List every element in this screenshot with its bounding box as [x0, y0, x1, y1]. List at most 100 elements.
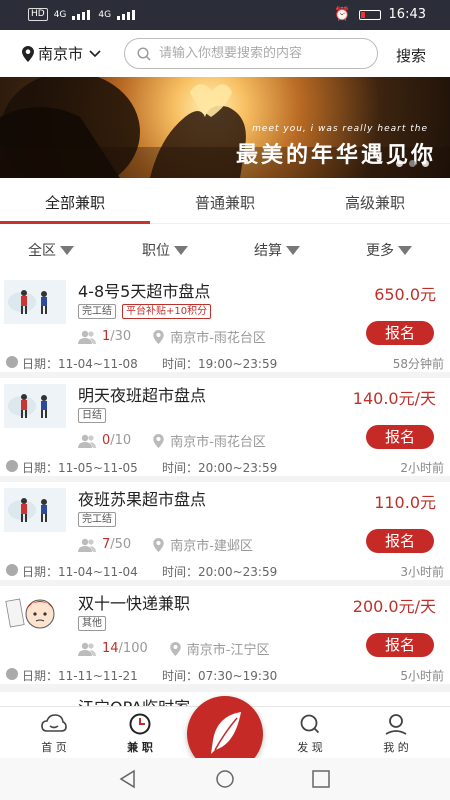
posted-ago: 5小时前 [400, 669, 444, 683]
job-schedule: 日期：11-11~11-21 时间：07:30~19:30 5小时前 [0, 664, 450, 684]
job-tag: 完工结 [78, 512, 116, 527]
apply-button[interactable]: 报名 [366, 633, 434, 657]
nav-home[interactable]: 首 页 [24, 713, 84, 755]
posted-ago: 3小时前 [400, 565, 444, 579]
job-thumbnail [4, 488, 66, 532]
status-left: HD 4G 4G [28, 8, 137, 21]
search-box[interactable] [124, 38, 378, 69]
capacity: /100 [118, 641, 148, 656]
job-card[interactable]: 双十一快递兼职 200.0元/天 其他 14/100 南京市-江宁区 报名 日期… [0, 586, 450, 684]
job-card[interactable]: 明天夜班超市盘点 140.0元/天 日结 0/10 南京市-雨花台区 报名 日期… [0, 378, 450, 476]
job-tag: 完工结 [78, 304, 116, 319]
job-time: 时间：07:30~19:30 [162, 669, 278, 683]
job-tag: 其他 [78, 616, 106, 631]
location-pin-icon [170, 641, 181, 656]
banner-dot[interactable] [396, 160, 403, 167]
back-triangle-icon[interactable] [118, 769, 138, 789]
city-label: 南京市 [38, 45, 84, 63]
dropdown-triangle-icon [60, 245, 74, 255]
location-pin-icon [153, 329, 164, 344]
job-price: 110.0元 [374, 493, 436, 512]
tab-normal-jobs[interactable]: 普通兼职 [150, 192, 300, 213]
people-icon [78, 538, 96, 552]
app-page: HD 4G 4G ⏰ 16:43 南京市 搜索 [0, 0, 450, 800]
city-selector[interactable]: 南京市 [22, 43, 101, 64]
dropdown-triangle-icon [398, 245, 412, 255]
search-input[interactable] [159, 46, 359, 61]
apply-button[interactable]: 报名 [366, 425, 434, 449]
tab-senior-jobs[interactable]: 高级兼职 [300, 192, 450, 213]
filter-settlement[interactable]: 结算 [254, 240, 300, 260]
network-type-1: 4G [53, 9, 67, 20]
nav-label: 我 的 [383, 741, 409, 754]
job-card[interactable]: 4-8号5天超市盘点 650.0元 完工结 平台补贴+10积分 1/30 南京市… [0, 274, 450, 372]
job-time: 时间：20:00~23:59 [162, 565, 278, 579]
job-location: 南京市-雨花台区 [170, 435, 266, 450]
nav-label: 兼 职 [127, 741, 153, 754]
home-circle-icon[interactable] [215, 769, 235, 789]
job-tags: 完工结 平台补贴+10积分 [78, 304, 212, 319]
nav-discover[interactable]: 发 现 [280, 713, 340, 755]
enrolled-count: 14 [102, 641, 119, 656]
job-location: 南京市-建邺区 [170, 539, 253, 554]
job-time: 时间：20:00~23:59 [162, 461, 278, 475]
home-cloud-icon [41, 714, 67, 732]
capacity: /10 [110, 433, 132, 448]
banner-dot[interactable] [422, 160, 429, 167]
filter-label: 结算 [254, 243, 282, 259]
job-location: 南京市-江宁区 [186, 643, 270, 658]
system-navigation-bar [0, 758, 450, 800]
filter-bar: 全区 职位 结算 更多 [0, 224, 450, 274]
enrolled-count: 1 [102, 329, 111, 344]
job-schedule: 日期：11-04~11-08 时间：19:00~23:59 58分钟前 [0, 352, 450, 372]
network-type-2: 4G [98, 9, 112, 20]
location-pin-icon [22, 45, 34, 62]
filter-more[interactable]: 更多 [366, 240, 412, 260]
promo-banner[interactable]: meet you, i was really heart the 最美的年华遇见… [0, 77, 450, 178]
signal-icon-2 [117, 9, 137, 20]
dropdown-triangle-icon [174, 245, 188, 255]
feather-icon [211, 712, 241, 754]
nav-mine[interactable]: 我 的 [366, 713, 426, 755]
job-title: 明天夜班超市盘点 [78, 386, 207, 405]
job-meta: 0/10 南京市-雨花台区 [78, 431, 266, 450]
filter-position[interactable]: 职位 [142, 240, 188, 260]
banner-pagination [396, 160, 429, 167]
job-thumbnail [4, 592, 66, 636]
job-title: 夜班苏果超市盘点 [78, 490, 207, 509]
apply-button[interactable]: 报名 [366, 529, 434, 553]
clock-icon [129, 713, 151, 735]
clock-icon [6, 460, 18, 472]
search-button[interactable]: 搜索 [396, 45, 426, 66]
job-date: 日期：11-05~11-05 [22, 461, 138, 475]
filter-label: 更多 [366, 243, 394, 259]
user-icon [385, 714, 407, 735]
clock-icon [6, 356, 18, 368]
filter-district[interactable]: 全区 [28, 240, 74, 260]
clock-icon [6, 564, 18, 576]
job-tag: 日结 [78, 408, 106, 423]
enrolled-count: 0 [102, 433, 111, 448]
tab-all-jobs[interactable]: 全部兼职 [0, 192, 150, 213]
search-icon [137, 46, 151, 60]
status-bar: HD 4G 4G ⏰ 16:43 [0, 0, 450, 30]
recents-square-icon[interactable] [311, 769, 331, 789]
job-meta: 1/30 南京市-雨花台区 [78, 327, 266, 346]
signal-icon [72, 9, 92, 20]
nav-label: 发 现 [297, 741, 323, 754]
job-thumbnail [4, 280, 66, 324]
job-tags: 其他 [78, 616, 106, 631]
job-schedule: 日期：11-04~11-04 时间：20:00~23:59 3小时前 [0, 560, 450, 580]
job-location: 南京市-雨花台区 [170, 331, 266, 346]
banner-dot-active[interactable] [409, 160, 416, 167]
job-schedule: 日期：11-05~11-05 时间：20:00~23:59 2小时前 [0, 456, 450, 476]
alarm-icon: ⏰ [334, 7, 351, 22]
apply-button[interactable]: 报名 [366, 321, 434, 345]
nav-jobs[interactable]: 兼 职 [110, 713, 170, 755]
banner-subtitle: meet you, i was really heart the [252, 124, 428, 134]
job-card[interactable]: 夜班苏果超市盘点 110.0元 完工结 7/50 南京市-建邺区 报名 日期：1… [0, 482, 450, 580]
posted-ago: 2小时前 [400, 461, 444, 475]
status-time: 16:43 [388, 7, 426, 22]
job-tags: 完工结 [78, 512, 116, 527]
enrolled-count: 7 [102, 537, 111, 552]
